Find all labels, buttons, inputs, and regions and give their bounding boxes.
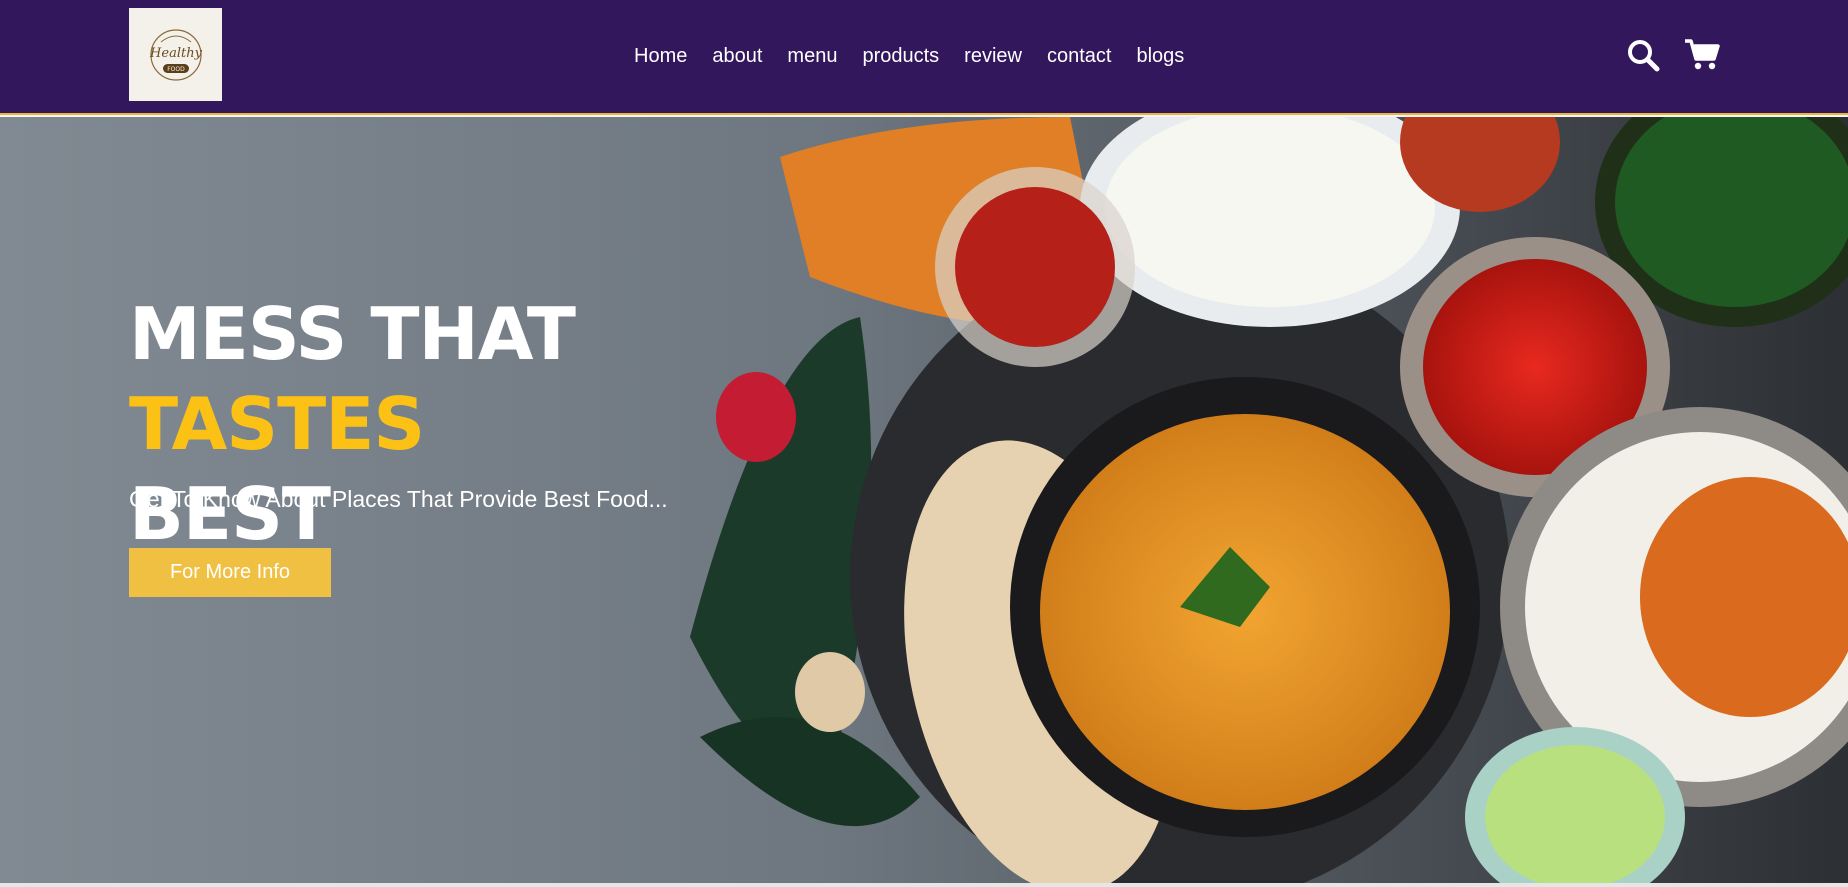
- svg-text:Healthy: Healthy: [149, 46, 203, 61]
- header-actions: [1626, 38, 1720, 77]
- search-icon[interactable]: [1626, 38, 1660, 77]
- hero-subtitle: Get To Know About Places That Provide Be…: [129, 486, 668, 512]
- hero-title: MESS THAT TASTES BEST: [129, 289, 889, 559]
- nav-contact[interactable]: contact: [1047, 44, 1111, 68]
- site-header: Healthy FOOD Home about menu products re…: [0, 0, 1848, 115]
- hero-section: MESS THAT TASTES BEST Get To Know About …: [0, 117, 1848, 883]
- hero-title-part1: MESS THAT: [129, 292, 576, 376]
- healthy-food-logo-icon: Healthy FOOD: [149, 28, 203, 81]
- main-nav: Home about menu products review contact …: [634, 44, 1209, 68]
- page-bottom-divider: [0, 883, 1848, 887]
- nav-about[interactable]: about: [712, 44, 762, 68]
- svg-text:FOOD: FOOD: [167, 66, 185, 73]
- more-info-button[interactable]: For More Info: [129, 548, 331, 597]
- nav-review[interactable]: review: [964, 44, 1022, 68]
- nav-menu[interactable]: menu: [787, 44, 837, 68]
- nav-blogs[interactable]: blogs: [1136, 44, 1184, 68]
- hero-title-accent: TASTES: [129, 382, 425, 466]
- nav-home[interactable]: Home: [634, 44, 687, 68]
- brand-logo[interactable]: Healthy FOOD: [129, 8, 222, 101]
- hero-title-part2: BEST: [129, 472, 331, 556]
- nav-products[interactable]: products: [862, 44, 939, 68]
- cart-icon[interactable]: [1684, 38, 1720, 77]
